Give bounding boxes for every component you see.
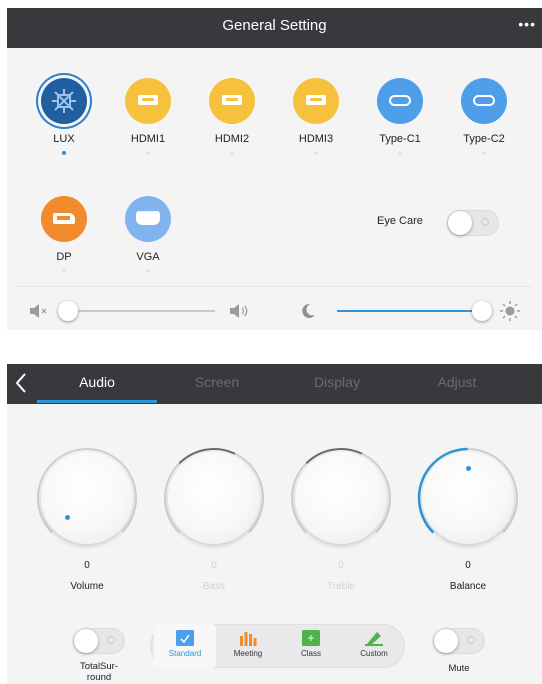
meeting-mode-icon — [239, 630, 257, 646]
knob-value: 0 — [84, 560, 90, 571]
mute-toggle[interactable] — [433, 628, 485, 654]
source-hdmi3[interactable]: HDMI3 — [281, 78, 351, 155]
knob-label: Balance — [449, 581, 487, 592]
total-surround-toggle[interactable] — [73, 628, 125, 654]
volume-up-icon — [229, 303, 251, 319]
volume-slider-thumb[interactable] — [58, 301, 78, 321]
divider — [17, 286, 532, 287]
source-label: DP — [56, 251, 72, 263]
source-label: HDMI1 — [130, 133, 166, 145]
mode-label: Standard — [168, 649, 202, 658]
displayport-icon — [41, 196, 87, 242]
general-setting-panel: General Setting ••• LUX HDMI1 HDMI2 HDMI… — [7, 8, 542, 330]
source-label: HDMI3 — [298, 133, 334, 145]
source-hdmi2[interactable]: HDMI2 — [197, 78, 267, 155]
hdmi-icon — [209, 78, 255, 124]
sound-mode-selector: Standard Meeting Class Custom — [150, 624, 405, 668]
back-arrow-icon[interactable] — [13, 370, 29, 396]
vga-icon — [125, 196, 171, 242]
mode-label: Class — [300, 649, 321, 658]
knob-indicator — [466, 466, 471, 471]
bass-knob[interactable]: 0 Bass — [164, 448, 264, 592]
panel-title: General Setting — [222, 17, 327, 34]
source-hdmi1[interactable]: HDMI1 — [113, 78, 183, 155]
mode-custom[interactable]: Custom — [343, 624, 405, 668]
indicator — [62, 269, 66, 273]
source-dp[interactable]: DP — [29, 196, 99, 273]
indicator — [314, 151, 318, 155]
custom-mode-icon — [365, 630, 383, 646]
sun-icon — [499, 300, 521, 322]
indicator — [146, 269, 150, 273]
source-label: LUX — [53, 133, 75, 145]
source-type-c1[interactable]: Type-C1 — [365, 78, 435, 155]
mode-label: Meeting — [233, 649, 263, 658]
knob-label: Volume — [70, 581, 104, 592]
class-mode-icon — [302, 630, 320, 646]
source-label: VGA — [136, 251, 160, 263]
mode-class[interactable]: Class — [280, 624, 342, 668]
standard-mode-icon — [176, 630, 194, 646]
eye-care-toggle[interactable] — [447, 210, 499, 236]
volume-knob[interactable]: 0 Volume — [37, 448, 138, 592]
indicator — [230, 151, 234, 155]
source-label: HDMI2 — [214, 133, 250, 145]
indicator — [398, 151, 402, 155]
tab-screen[interactable]: Screen — [157, 364, 277, 404]
balance-knob[interactable]: 0 Balance — [417, 447, 519, 592]
active-tab-underline — [37, 400, 157, 403]
knob-indicator — [65, 515, 70, 520]
knob-value: 0 — [465, 560, 471, 571]
knob-label: Treble — [327, 581, 355, 592]
general-setting-header: General Setting ••• — [7, 8, 542, 48]
tab-adjust[interactable]: Adjust — [397, 364, 517, 404]
brightness-slider-thumb[interactable] — [472, 301, 492, 321]
treble-knob[interactable]: 0 Treble — [291, 448, 391, 592]
total-surround-label: TotalSur- round — [79, 661, 118, 683]
indicator — [146, 151, 150, 155]
selected-indicator — [62, 151, 66, 155]
knob-label: Bass — [202, 581, 226, 592]
more-dots-icon[interactable]: ••• — [518, 16, 536, 32]
moon-icon — [299, 302, 317, 320]
knob-value: 0 — [211, 560, 217, 571]
tab-display[interactable]: Display — [277, 364, 397, 404]
audio-header: Audio Screen Display Adjust — [7, 364, 542, 404]
source-label: Type-C1 — [379, 133, 421, 145]
indicator — [482, 151, 486, 155]
volume-mute-icon — [29, 303, 49, 319]
audio-settings-panel: Audio Screen Display Adjust 0 Volume 0 B… — [7, 364, 542, 684]
lux-icon — [41, 78, 87, 124]
tab-audio[interactable]: Audio — [37, 364, 157, 404]
mute-label: Mute — [448, 663, 470, 674]
volume-slider-track[interactable] — [62, 310, 215, 312]
type-c-icon — [461, 78, 507, 124]
type-c-icon — [377, 78, 423, 124]
source-vga[interactable]: VGA — [113, 196, 183, 273]
brightness-slider-track[interactable] — [337, 310, 482, 312]
source-type-c2[interactable]: Type-C2 — [449, 78, 519, 155]
knob-value: 0 — [338, 560, 344, 571]
mode-label: Custom — [360, 649, 388, 658]
mode-standard[interactable]: Standard — [154, 624, 216, 668]
source-label: Type-C2 — [463, 133, 505, 145]
mode-meeting[interactable]: Meeting — [217, 624, 279, 668]
hdmi-icon — [125, 78, 171, 124]
source-lux[interactable]: LUX — [29, 78, 99, 155]
hdmi-icon — [293, 78, 339, 124]
eye-care-label: Eye Care — [377, 215, 423, 227]
